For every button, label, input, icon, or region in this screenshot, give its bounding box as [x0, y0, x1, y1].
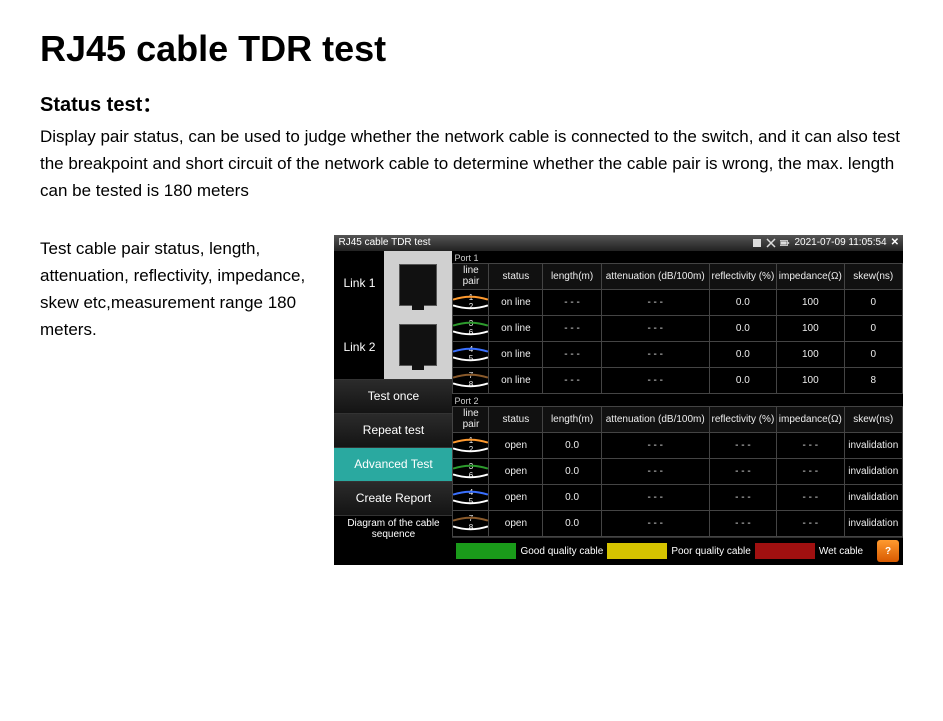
- close-icon[interactable]: ✕: [891, 237, 899, 248]
- swatch-good: [456, 543, 516, 559]
- port1-label: Port 1: [452, 251, 903, 263]
- link2-label: Link 2: [343, 340, 375, 354]
- table-row: 78 open0.0- - -- - -- - -invalidation: [453, 510, 903, 536]
- device-statusbar: RJ45 cable TDR test 2021-07-09 11:05:54 …: [334, 235, 903, 251]
- table-row: 45 open0.0- - -- - -- - -invalidation: [453, 484, 903, 510]
- status-test-heading: Status test：: [40, 88, 903, 117]
- col-impedance: impedance(Ω): [777, 263, 844, 289]
- swatch-poor: [607, 543, 667, 559]
- port2-table: line pair status length(m) attenuation (…: [452, 406, 903, 537]
- col-attenuation: attenuation (dB/100m): [601, 406, 709, 432]
- link1-label: Link 1: [343, 276, 375, 290]
- legend-good-label: Good quality cable: [520, 546, 603, 557]
- device-datetime: 2021-07-09 11:05:54: [794, 237, 886, 248]
- col-reflectivity: reflectivity (%): [709, 263, 776, 289]
- rj45-jack-diagram: [384, 251, 452, 379]
- status-test-description: Display pair status, can be used to judg…: [40, 123, 903, 205]
- test-once-button[interactable]: Test once: [334, 379, 452, 413]
- legend-poor-label: Poor quality cable: [671, 546, 751, 557]
- page-title: RJ45 cable TDR test: [40, 28, 903, 70]
- create-report-button[interactable]: Create Report: [334, 481, 452, 515]
- help-icon[interactable]: ?: [877, 540, 899, 562]
- table-row: 78 on line- - -- - -0.01008: [453, 367, 903, 393]
- device-screenshot: RJ45 cable TDR test 2021-07-09 11:05:54 …: [334, 235, 903, 565]
- col-length: length(m): [543, 406, 601, 432]
- col-skew: skew(ns): [844, 263, 902, 289]
- table-row: 36 open0.0- - -- - -- - -invalidation: [453, 458, 903, 484]
- table-row: 12 on line- - -- - -0.01000: [453, 289, 903, 315]
- rj45-jack-1: [399, 264, 437, 306]
- col-skew: skew(ns): [844, 406, 902, 432]
- battery-icon: [780, 238, 790, 248]
- no-signal-icon: [766, 238, 776, 248]
- port1-table: line pair status length(m) attenuation (…: [452, 263, 903, 394]
- repeat-test-button[interactable]: Repeat test: [334, 413, 452, 447]
- rj45-jack-2: [399, 324, 437, 366]
- sd-card-icon: [752, 238, 762, 248]
- port2-label: Port 2: [452, 394, 903, 406]
- diagram-sequence-label: Diagram of the cable sequence: [334, 515, 452, 543]
- table-row: 45 on line- - -- - -0.01000: [453, 341, 903, 367]
- legend-wet-label: Wet cable: [819, 546, 863, 557]
- col-linepair: line pair: [453, 263, 489, 289]
- col-length: length(m): [543, 263, 601, 289]
- side-note: Test cable pair status, length, attenuat…: [40, 235, 334, 565]
- col-reflectivity: reflectivity (%): [709, 406, 776, 432]
- cable-quality-legend: Good quality cable Poor quality cable We…: [452, 537, 903, 565]
- col-status: status: [489, 263, 543, 289]
- table-row: 12 open0.0- - -- - -- - -invalidation: [453, 432, 903, 458]
- device-app-title: RJ45 cable TDR test: [338, 237, 430, 248]
- col-impedance: impedance(Ω): [777, 406, 844, 432]
- table-row: 36 on line- - -- - -0.01000: [453, 315, 903, 341]
- col-attenuation: attenuation (dB/100m): [601, 263, 709, 289]
- col-status: status: [489, 406, 543, 432]
- advanced-test-button[interactable]: Advanced Test: [334, 447, 452, 481]
- swatch-wet: [755, 543, 815, 559]
- col-linepair: line pair: [453, 406, 489, 432]
